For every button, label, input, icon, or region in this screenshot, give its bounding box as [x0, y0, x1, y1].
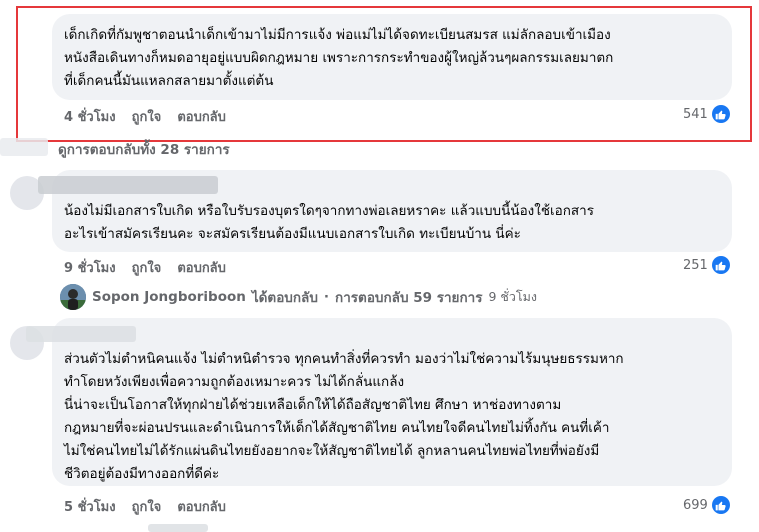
- blurred-author-name: [38, 176, 218, 194]
- reply-button[interactable]: ตอบกลับ: [177, 106, 226, 127]
- reply-summary[interactable]: Sopon Jongboriboon ได้ตอบกลับ · การตอบกล…: [60, 284, 537, 310]
- comment-actions: 9 ชั่วโมง ถูกใจ ตอบกลับ: [64, 257, 226, 278]
- reaction-count[interactable]: 251: [683, 256, 730, 274]
- reaction-count[interactable]: 699: [683, 496, 730, 514]
- comment-text: ส่วนตัวไม่ตำหนิคนแจ้ง ไม่ตำหนิตำรวจ ทุกค…: [64, 351, 624, 482]
- comment-text: น้องไม่มีเอกสารใบเกิด หรือใบรับรองบุตรใด…: [64, 203, 594, 242]
- reply-time: 9 ชั่วโมง: [488, 289, 537, 304]
- thumbs-up-icon: [711, 496, 730, 514]
- reaction-count[interactable]: 541: [683, 105, 730, 123]
- reaction-count-text: 251: [683, 257, 708, 273]
- comment-time[interactable]: 4 ชั่วโมง: [64, 106, 116, 127]
- comment-text: เด็กเกิดที่กัมพูชาตอนนำเด็กเข้ามาไม่มีกา…: [64, 27, 614, 89]
- blurred-avatar: [0, 138, 48, 156]
- comment-time[interactable]: 5 ชั่วโมง: [64, 496, 116, 517]
- separator-dot: ·: [323, 289, 330, 305]
- like-button[interactable]: ถูกใจ: [132, 106, 162, 127]
- reply-count[interactable]: การตอบกลับ 59 รายการ: [335, 286, 482, 308]
- reply-button[interactable]: ตอบกลับ: [177, 496, 226, 517]
- view-replies-link[interactable]: ดูการตอบกลับทั้ง 28 รายการ: [58, 138, 230, 160]
- comment-actions: 4 ชั่วโมง ถูกใจ ตอบกลับ: [64, 106, 226, 127]
- like-button[interactable]: ถูกใจ: [132, 496, 162, 517]
- reply-button[interactable]: ตอบกลับ: [177, 257, 226, 278]
- blurred-next-item: [148, 524, 208, 532]
- comment-time[interactable]: 9 ชั่วโมง: [64, 257, 116, 278]
- comment-actions: 5 ชั่วโมง ถูกใจ ตอบกลับ: [64, 496, 226, 517]
- reaction-count-text: 699: [683, 497, 708, 513]
- reaction-count-text: 541: [683, 106, 708, 122]
- reply-author-name[interactable]: Sopon Jongboriboon: [92, 289, 246, 305]
- thumbs-up-icon: [711, 256, 730, 274]
- reply-action-text: ได้ตอบกลับ: [251, 290, 318, 306]
- blurred-author-name: [26, 326, 136, 342]
- avatar: [60, 284, 86, 310]
- thumbs-up-icon: [711, 105, 730, 123]
- like-button[interactable]: ถูกใจ: [132, 257, 162, 278]
